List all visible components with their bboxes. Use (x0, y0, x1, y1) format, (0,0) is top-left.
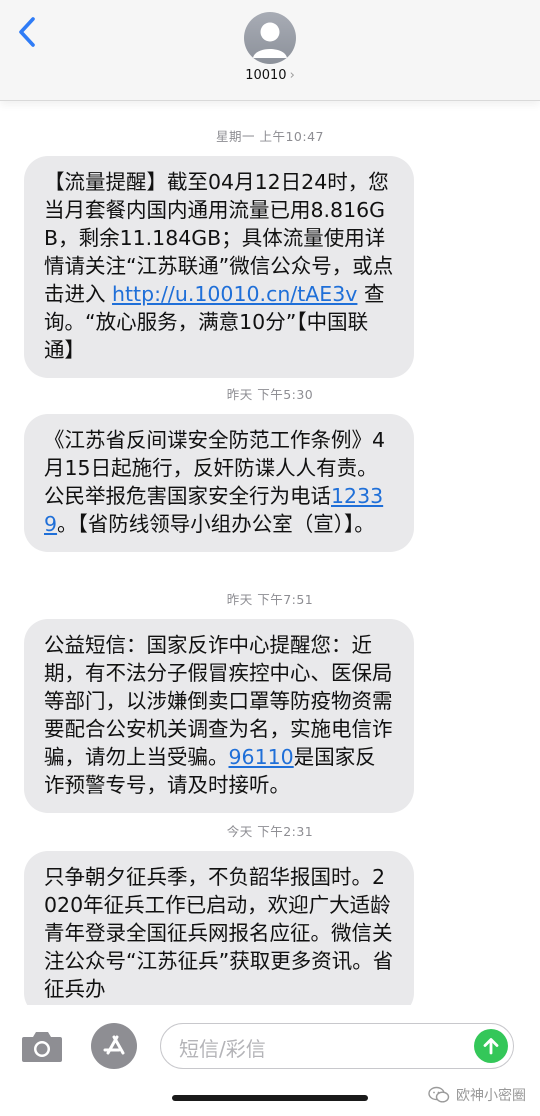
compose-bar: 短信/彩信 欧神小密圈 (0, 1005, 540, 1116)
chevron-left-icon (19, 17, 35, 47)
camera-icon (22, 1032, 62, 1062)
message-list[interactable]: 星期一 上午10:47 【流量提醒】截至04月12日24时，您当月套餐内国内通用… (0, 100, 540, 1005)
send-button[interactable] (474, 1029, 508, 1063)
message-text: 。【省防线领导小组办公室（宣）】。 (57, 512, 375, 536)
message-timestamp: 今天 下午2:31 (226, 824, 314, 839)
phone-link[interactable]: 96110 (229, 745, 294, 769)
person-icon (253, 22, 287, 58)
message-input[interactable]: 短信/彩信 (160, 1023, 514, 1069)
home-indicator[interactable] (172, 1095, 368, 1101)
back-button[interactable] (12, 12, 42, 52)
message-text: 只争朝夕征兵季，不负韶华报国时。2020年征兵工作已启动，欢迎广大适龄青年登录全… (44, 865, 394, 1001)
message-timestamp: 昨天 下午5:30 (226, 387, 314, 402)
camera-button[interactable] (20, 1027, 64, 1065)
message-input-placeholder: 短信/彩信 (179, 1037, 266, 1061)
message-timestamp: 昨天 下午7:51 (226, 592, 314, 607)
app-store-icon (103, 1035, 125, 1055)
message-link[interactable]: http://u.10010.cn/tAE3v (112, 282, 357, 306)
message-bubble[interactable]: 《江苏省反间谍安全防范工作条例》4月15日起施行，反奸防谍人人有责。公民举报危害… (24, 414, 414, 552)
conversation-header: 10010 › (0, 0, 540, 101)
message-bubble[interactable]: 公益短信：国家反诈中心提醒您：近期，有不法分子假冒疾控中心、医保局等部门，以涉嫌… (24, 619, 414, 813)
wechat-icon (428, 1086, 450, 1103)
watermark: 欧神小密圈 (428, 1085, 526, 1105)
contact-name: 10010 (245, 68, 287, 83)
apps-button[interactable] (91, 1023, 137, 1069)
message-timestamp: 星期一 上午10:47 (216, 129, 324, 144)
contact-name-button[interactable]: 10010 › (0, 68, 540, 83)
contact-avatar[interactable] (244, 12, 296, 64)
message-bubble[interactable]: 只争朝夕征兵季，不负韶华报国时。2020年征兵工作已启动，欢迎广大适龄青年登录全… (24, 851, 414, 1005)
arrow-up-icon (483, 1038, 499, 1055)
message-bubble[interactable]: 【流量提醒】截至04月12日24时，您当月套餐内国内通用流量已用8.816GB，… (24, 156, 414, 378)
watermark-text: 欧神小密圈 (456, 1088, 526, 1104)
chevron-right-icon: › (289, 68, 295, 83)
